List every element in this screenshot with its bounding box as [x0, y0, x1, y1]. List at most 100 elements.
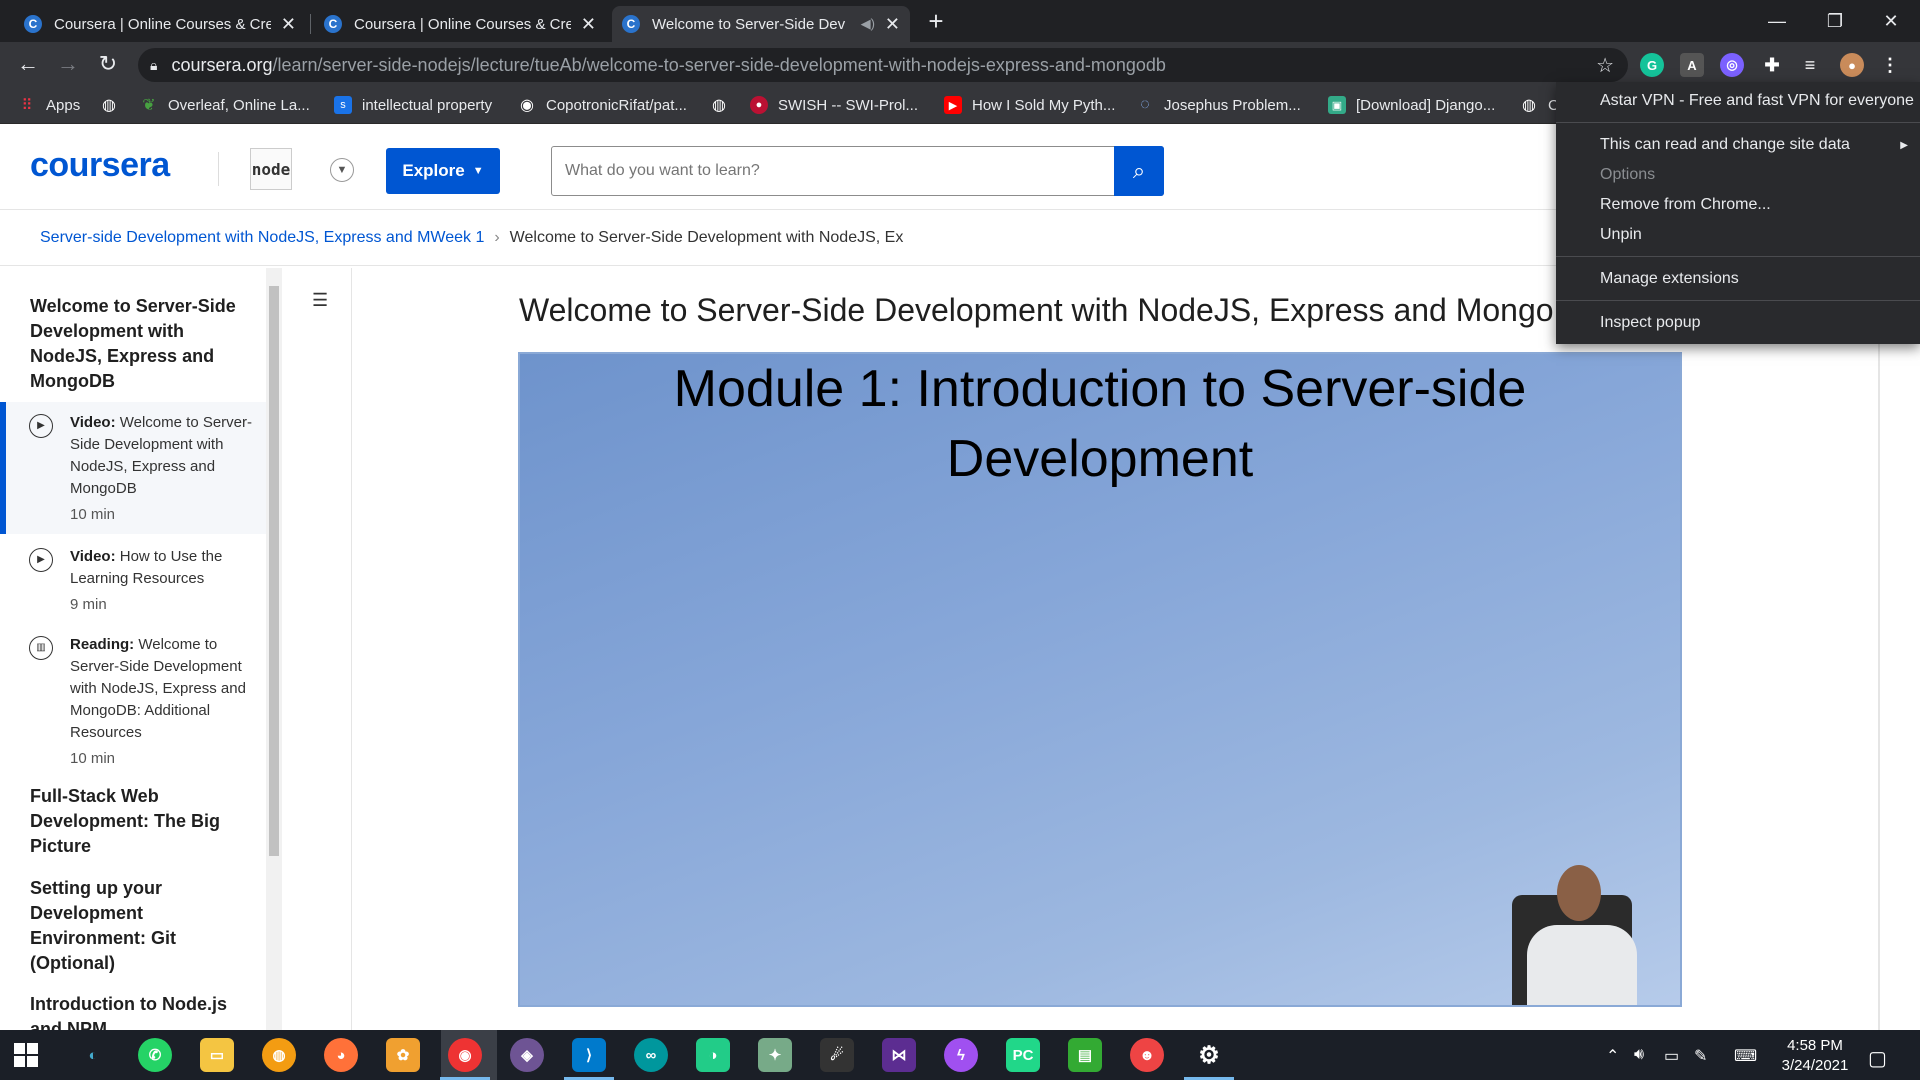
- firefox-icon[interactable]: ◕: [324, 1038, 358, 1072]
- new-tab-button[interactable]: +: [922, 8, 950, 36]
- address-bar[interactable]: 🔒︎ coursera.org /learn/server-side-nodej…: [138, 48, 1628, 82]
- sidebar-item-video-welcome[interactable]: ▶ Video: Welcome to Server-Side Developm…: [0, 402, 266, 534]
- bookmark-star-icon[interactable]: ☆: [1596, 53, 1614, 78]
- breadcrumb-current: Welcome to Server-Side Development with …: [509, 228, 904, 246]
- app-icon[interactable]: ✦: [758, 1038, 792, 1072]
- search-app-icon[interactable]: ◐: [76, 1038, 110, 1072]
- chevron-down-icon[interactable]: ▼: [330, 158, 354, 182]
- sidebar-section-big-picture[interactable]: Full-Stack Web Development: The Big Pict…: [30, 784, 260, 859]
- bookmark-overleaf[interactable]: ❦ Overleaf, Online La...: [140, 94, 309, 116]
- coursera-favicon-icon: C: [324, 15, 342, 33]
- grammarly-extension-icon[interactable]: G: [1640, 53, 1664, 77]
- chrome-menu-icon[interactable]: ⋮: [1878, 53, 1902, 77]
- menu-separator: [1556, 122, 1920, 123]
- file-explorer-icon[interactable]: ▭: [200, 1038, 234, 1072]
- bookmark-label: intellectual property: [362, 96, 493, 114]
- play-icon: ▶: [29, 548, 53, 572]
- reload-icon[interactable]: ↻: [94, 50, 122, 78]
- sidebar-item-reading-resources[interactable]: ▥ Reading: Welcome to Server-Side Develo…: [0, 624, 266, 774]
- whatsapp-icon[interactable]: ✆: [138, 1038, 172, 1072]
- extension-context-menu: Astar VPN - Free and fast VPN for everyo…: [1556, 82, 1920, 344]
- menu-separator: [1556, 300, 1920, 301]
- github-desktop-icon[interactable]: ◈: [510, 1038, 544, 1072]
- close-tab-icon[interactable]: ✕: [581, 14, 596, 35]
- menu-item-inspect-popup[interactable]: Inspect popup: [1600, 314, 1701, 332]
- taskbar-clock[interactable]: 4:58 PM 3/24/2021: [1770, 1036, 1860, 1076]
- menu-item-manage-extensions[interactable]: Manage extensions: [1600, 270, 1739, 288]
- app-icon[interactable]: ✿: [386, 1038, 420, 1072]
- browser-tab-3-active[interactable]: C Welcome to Server-Side Dev ◀) ✕: [612, 6, 910, 42]
- app-icon[interactable]: ◍: [262, 1038, 296, 1072]
- app-icon[interactable]: ☄: [820, 1038, 854, 1072]
- slide-title-line-2: Development: [946, 430, 1254, 488]
- sidebar-week-title[interactable]: Welcome to Server-Side Development with …: [30, 294, 260, 394]
- menu-item-unpin[interactable]: Unpin: [1600, 226, 1642, 244]
- bookmark-globe[interactable]: ◍: [100, 94, 128, 116]
- list-icon[interactable]: ☰: [312, 290, 334, 312]
- network-icon[interactable]: ▭: [1664, 1046, 1679, 1066]
- coursera-favicon-icon: C: [622, 15, 640, 33]
- bookmark-intellectual-property[interactable]: s intellectual property: [334, 94, 492, 116]
- notifications-icon[interactable]: ▢: [1868, 1046, 1887, 1071]
- visual-studio-icon[interactable]: ⋈: [882, 1038, 916, 1072]
- bookmark-josephus[interactable]: ◌ Josephus Problem...: [1136, 94, 1301, 116]
- profile-avatar[interactable]: ●: [1840, 53, 1864, 77]
- app-icon[interactable]: ☻: [1130, 1038, 1164, 1072]
- coursera-logo[interactable]: coursera: [30, 146, 170, 185]
- app-icon[interactable]: ▤: [1068, 1038, 1102, 1072]
- bookmark-swish[interactable]: ● SWISH -- SWI-Prol...: [750, 94, 918, 116]
- app-icon[interactable]: ◑: [696, 1038, 730, 1072]
- pen-icon[interactable]: ✎: [1694, 1046, 1707, 1066]
- sidebar-scrollbar[interactable]: [266, 268, 282, 1030]
- main-scrollbar[interactable]: [1878, 268, 1880, 1030]
- bookmark-youtube[interactable]: ▶ How I Sold My Pyth...: [944, 94, 1115, 116]
- book-icon: ▥: [29, 636, 53, 660]
- astar-vpn-extension-icon[interactable]: A: [1680, 53, 1704, 77]
- sidebar-item-video-learning-resources[interactable]: ▶ Video: How to Use the Learning Resourc…: [0, 536, 266, 624]
- item-duration: 10 min: [70, 750, 116, 767]
- chevron-up-icon[interactable]: ⌃: [1606, 1046, 1619, 1066]
- minimize-window-button[interactable]: —: [1748, 0, 1806, 42]
- pycharm-icon[interactable]: PC: [1006, 1038, 1040, 1072]
- search-button[interactable]: ⌕: [1114, 146, 1164, 196]
- settings-gear-icon[interactable]: ⚙: [1184, 1038, 1234, 1080]
- keyboard-icon[interactable]: ⌨: [1734, 1046, 1757, 1066]
- windows-start-icon[interactable]: [14, 1043, 38, 1067]
- item-kind: Reading:: [70, 636, 135, 653]
- menu-item-remove[interactable]: Remove from Chrome...: [1600, 196, 1771, 214]
- menu-separator: [1556, 256, 1920, 257]
- browser-tab-1[interactable]: C Coursera | Online Courses & Cred ✕: [14, 6, 306, 42]
- extensions-puzzle-icon[interactable]: ✚: [1760, 53, 1784, 77]
- lock-icon[interactable]: 🔒︎: [150, 57, 157, 74]
- vscode-icon[interactable]: ⟩: [564, 1038, 614, 1080]
- restore-window-button[interactable]: ❐: [1806, 0, 1864, 42]
- bookmark-django[interactable]: ▣ [Download] Django...: [1328, 94, 1495, 116]
- sidebar-section-nodejs-npm[interactable]: Introduction to Node.js and NPM: [30, 992, 260, 1030]
- bookmark-github[interactable]: ◉ CopotronicRifat/pat...: [518, 94, 687, 116]
- arduino-icon[interactable]: ∞: [634, 1038, 668, 1072]
- breadcrumb-course-link[interactable]: Server-side Development with NodeJS, Exp…: [40, 229, 484, 247]
- close-tab-icon[interactable]: ✕: [281, 14, 296, 35]
- forward-arrow-icon[interactable]: →: [54, 50, 82, 78]
- back-arrow-icon[interactable]: ←: [14, 50, 42, 78]
- messenger-icon[interactable]: ϟ: [944, 1038, 978, 1072]
- scrollbar-thumb[interactable]: [269, 286, 279, 856]
- video-player[interactable]: Module 1: Introduction to Server-side De…: [518, 352, 1682, 1007]
- media-control-icon[interactable]: ≡: [1798, 53, 1822, 77]
- volume-icon[interactable]: 🔊︎: [1634, 1046, 1644, 1064]
- bookmark-globe-3[interactable]: ◍ C: [1520, 94, 1559, 116]
- close-tab-icon[interactable]: ✕: [885, 14, 900, 35]
- bookmark-globe-2[interactable]: ◍: [710, 94, 738, 116]
- submenu-arrow-icon: ▶: [1900, 140, 1908, 151]
- sidebar-section-dev-environment[interactable]: Setting up your Development Environment:…: [30, 876, 260, 976]
- close-window-button[interactable]: ✕: [1862, 0, 1920, 42]
- menu-item-site-data[interactable]: This can read and change site data: [1600, 136, 1850, 154]
- browser-tab-2[interactable]: C Coursera | Online Courses & Cred ✕: [314, 6, 606, 42]
- bookmark-apps[interactable]: ⠿ Apps: [18, 94, 81, 116]
- explore-button[interactable]: Explore ▼: [386, 148, 500, 194]
- partner-logo[interactable]: node: [250, 148, 292, 190]
- extension-icon[interactable]: ◎: [1720, 53, 1744, 77]
- search-input[interactable]: [552, 147, 1112, 195]
- menu-item-extension-name[interactable]: Astar VPN - Free and fast VPN for everyo…: [1600, 92, 1914, 110]
- chrome-icon[interactable]: ◉: [440, 1038, 490, 1080]
